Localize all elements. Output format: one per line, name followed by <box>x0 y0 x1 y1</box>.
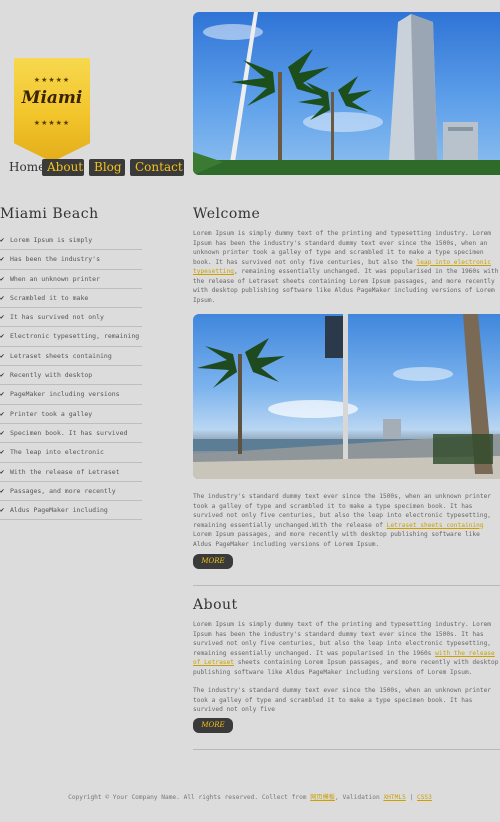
sidebar-item-label: Passages, and more recently <box>10 486 116 495</box>
sidebar-item-label: When an unknown printer <box>10 274 101 283</box>
about-paragraph-1: Lorem Ipsum is simply dummy text of the … <box>193 620 500 677</box>
sidebar-item-label: Lorem Ipsum is simply <box>10 236 93 244</box>
sidebar-item[interactable]: ✔ Scrambled it to make <box>0 289 142 309</box>
sidebar-item-label: Scrambled it to make <box>10 293 89 302</box>
logo-stars-bottom: ★★★★★ <box>33 119 71 127</box>
nav-blog[interactable]: Blog <box>89 159 125 176</box>
sidebar-item-label: Recently with desktop <box>10 371 93 380</box>
footer-separator: | <box>405 794 417 801</box>
sidebar-item[interactable]: ✔ Letraset sheets containing <box>0 347 142 367</box>
about-paragraph-2: The industry's standard dummy text ever … <box>193 687 492 713</box>
footer: Copyright © Your Company Name. All right… <box>0 792 500 801</box>
content-photo-art <box>193 314 500 479</box>
section-divider <box>193 585 500 586</box>
about-section: About Lorem Ipsum is simply dummy text o… <box>193 597 500 715</box>
sidebar-item-label: The leap into electronic <box>10 448 104 457</box>
sidebar-list: ✔ Lorem Ipsum is simply ✔ Has been the ind… <box>0 231 142 521</box>
check-icon: ✔ <box>0 467 5 476</box>
check-icon: ✔ <box>0 255 5 264</box>
hero-photo-art <box>193 12 500 175</box>
logo-text: Miami <box>21 88 83 108</box>
sidebar-item-label: With the release of Letraset <box>10 467 120 476</box>
check-icon: ✔ <box>0 409 5 418</box>
sidebar-item[interactable]: ✔ Has been the industry's <box>0 250 142 270</box>
sidebar-item-label: PageMaker including versions <box>10 390 120 399</box>
sidebar-item[interactable]: ✔ Recently with desktop <box>0 366 142 386</box>
hero-image <box>193 12 500 175</box>
welcome-section: Welcome Lorem Ipsum is simply dummy text… <box>193 206 500 305</box>
sidebar-item[interactable]: ✔ Electronic typesetting, remaining <box>0 327 142 347</box>
sidebar-item[interactable]: ✔ Specimen book. It has survived <box>0 424 142 444</box>
sidebar-item[interactable]: ✔ PageMaker including versions <box>0 385 142 405</box>
check-icon: ✔ <box>0 293 5 302</box>
sidebar-item[interactable]: ✔ Lorem Ipsum is simply <box>0 231 142 251</box>
sidebar-item[interactable]: ✔ Passages, and more recently <box>0 482 142 502</box>
welcome-p2-text-b: Lorem Ipsum passages, and more recently … <box>193 531 480 548</box>
check-icon: ✔ <box>0 506 5 515</box>
sidebar-item-label: Electronic typesetting, remaining <box>10 332 140 341</box>
check-icon: ✔ <box>0 448 5 457</box>
sidebar: Miami Beach ✔ Lorem Ipsum is simply ✔ Has … <box>0 206 142 521</box>
check-icon: ✔ <box>0 428 5 437</box>
welcome-section-continued: The industry's standard dummy text ever … <box>193 492 500 549</box>
sidebar-item-label: It has survived not only <box>10 313 104 322</box>
sidebar-item[interactable]: ✔ The leap into electronic <box>0 443 142 463</box>
sidebar-item-label: Letraset sheets containing <box>10 351 112 360</box>
welcome-p1-text-b: , remaining essentially unchanged. It wa… <box>193 268 499 304</box>
check-icon: ✔ <box>0 486 5 495</box>
footer-link-templates[interactable]: 网页模板 <box>310 794 335 801</box>
welcome-more-button[interactable]: MORE <box>193 554 233 569</box>
sidebar-item-label: Printer took a galley <box>10 409 93 418</box>
check-icon: ✔ <box>0 351 5 360</box>
sidebar-item[interactable]: ✔ It has survived not only <box>0 308 142 328</box>
nav-about[interactable]: About <box>42 159 84 176</box>
section-divider <box>193 749 500 750</box>
sidebar-item[interactable]: ✔ When an unknown printer <box>0 270 142 289</box>
footer-validation-text: , Validation <box>335 794 384 801</box>
welcome-p2-link[interactable]: Letraset sheets containing <box>387 522 484 529</box>
content-image <box>193 314 500 479</box>
check-icon: ✔ <box>0 274 5 283</box>
welcome-title: Welcome <box>193 206 261 222</box>
check-icon: ✔ <box>0 371 5 380</box>
sidebar-item[interactable]: ✔ Aldus PageMaker including <box>0 501 142 521</box>
footer-copyright: Copyright © Your Company Name. All right… <box>68 794 311 801</box>
about-p1-text-b: sheets containing Lorem Ipsum passages, … <box>193 659 499 676</box>
check-icon: ✔ <box>0 390 5 399</box>
about-more-button[interactable]: MORE <box>193 718 233 733</box>
sidebar-title: Miami Beach <box>0 206 99 222</box>
logo-stars-top: ★★★★★ <box>33 76 71 84</box>
welcome-paragraph-1: Lorem Ipsum is simply dummy text of the … <box>193 229 500 305</box>
about-title: About <box>193 597 238 613</box>
logo-badge[interactable]: ★★★★★ Miami ★★★★★ <box>14 58 90 162</box>
check-icon: ✔ <box>0 332 5 341</box>
sidebar-item-label: Has been the industry's <box>10 255 101 264</box>
sidebar-item[interactable]: ✔ With the release of Letraset <box>0 463 142 482</box>
logo-ribbon <box>14 58 90 162</box>
check-icon: ✔ <box>0 236 5 244</box>
welcome-paragraph-2: The industry's standard dummy text ever … <box>193 492 500 549</box>
footer-link-css3[interactable]: CSS3 <box>417 794 432 801</box>
check-icon: ✔ <box>0 313 5 322</box>
footer-link-xhtml5[interactable]: XHTML5 <box>383 794 405 801</box>
sidebar-item-label: Specimen book. It has survived <box>10 428 128 437</box>
nav-contact[interactable]: Contact <box>130 159 184 176</box>
sidebar-item-label: Aldus PageMaker including <box>10 506 108 515</box>
sidebar-item[interactable]: ✔ Printer took a galley <box>0 405 142 424</box>
